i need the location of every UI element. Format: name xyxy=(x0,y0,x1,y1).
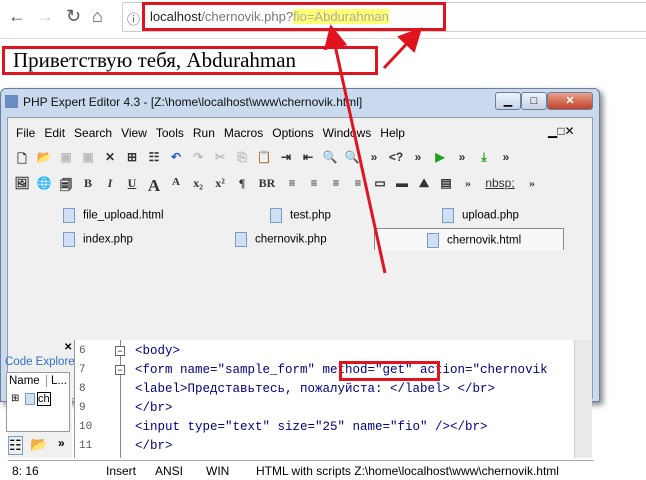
insert-mode: Insert xyxy=(106,464,137,478)
charset: WIN xyxy=(206,464,230,478)
more-icon[interactable]: » xyxy=(58,436,65,450)
annotation-arrow xyxy=(382,27,423,70)
encoding: ANSI xyxy=(155,464,184,478)
file-info: HTML with scripts Z:\home\localhost\www\… xyxy=(256,464,559,478)
annotation-arrow xyxy=(323,24,387,274)
status-bar: 8: 16 Insert ANSI WIN HTML with scripts … xyxy=(8,460,594,480)
line-number: 11 xyxy=(79,440,93,452)
code-line[interactable]: </br> xyxy=(135,439,173,453)
line-number: 10 xyxy=(79,421,93,433)
code-explorer-tab-icon[interactable]: ☷ xyxy=(8,436,23,455)
code-line[interactable]: <input type="text" size="25" name="fio" … xyxy=(135,420,488,434)
cursor-position: 8: 16 xyxy=(12,464,39,478)
folder-tab-icon[interactable]: 📂 xyxy=(30,436,47,453)
annotation-arrows xyxy=(323,24,423,274)
